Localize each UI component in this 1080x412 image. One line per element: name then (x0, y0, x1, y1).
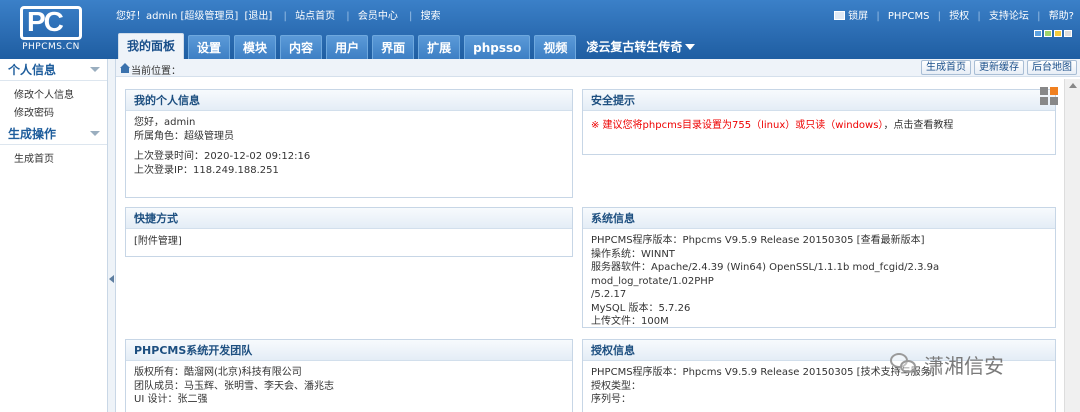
skin-gray-swatch[interactable] (1064, 30, 1072, 37)
skin-yellow-swatch[interactable] (1054, 30, 1062, 37)
security-panel: 安全提示 ※ 建议您将phpcms目录设置为755（linux）或只读（wind… (582, 89, 1056, 155)
program-version: PHPCMS程序版本：Phpcms V9.5.9 Release 2015030… (591, 235, 925, 246)
tab-video[interactable]: 视频 (534, 35, 577, 59)
left-sidebar: 个人信息 修改个人信息 修改密码 生成操作 生成首页 (0, 59, 108, 412)
tab-extend[interactable]: 扩展 (418, 35, 461, 59)
breadcrumb: 当前位置： 生成首页 更新缓存 后台地图 (116, 59, 1080, 77)
breadcrumb-label: 当前位置： (131, 66, 181, 77)
license-serial: 序列号： (591, 394, 631, 405)
site-selector[interactable]: 凌云复古转生传奇 (580, 35, 703, 59)
sidebar-section-title: 个人信息 (8, 63, 57, 77)
wechat-icon (890, 353, 918, 375)
sidebar-item-generate-home[interactable]: 生成首页 (0, 151, 107, 169)
tab-interface[interactable]: 界面 (372, 35, 415, 59)
top-nav: 您好！admin [超级管理员] [退出] | 站点首页 | 会员中心 | 搜索 (116, 11, 441, 22)
update-cache-button[interactable]: 更新缓存 (974, 60, 1024, 75)
generate-home-button[interactable]: 生成首页 (921, 60, 971, 75)
lock-screen-icon[interactable] (834, 11, 846, 20)
tab-settings[interactable]: 设置 (188, 35, 231, 59)
action-buttons: 生成首页 更新缓存 后台地图 (921, 60, 1077, 75)
watermark-text: 潇湘信安 (924, 353, 1004, 378)
search-link[interactable]: 搜索 (421, 11, 441, 22)
watermark: 潇湘信安 (890, 347, 1004, 381)
sidebar-item-edit-profile[interactable]: 修改个人信息 (0, 87, 107, 105)
tab-modules[interactable]: 模块 (234, 35, 277, 59)
panel-title: PHPCMS系统开发团队 (126, 340, 572, 361)
sidebar-section-generate[interactable]: 生成操作 (0, 123, 107, 145)
greeting-line: 您好，admin (134, 117, 196, 128)
panel-title: 快捷方式 (126, 208, 572, 229)
grid-tools-icon[interactable] (1040, 87, 1060, 107)
logo-site-text: PHPCMS.CN (22, 42, 80, 52)
team-members: 团队成员：马玉辉、张明雪、李天会、潘兆志 (134, 380, 334, 392)
sidebar-item-change-password[interactable]: 修改密码 (0, 105, 107, 123)
panel-title: 系统信息 (583, 208, 1055, 229)
vertical-scrollbar[interactable] (1064, 79, 1080, 412)
my-info-panel: 我的个人信息 您好，admin 所属角色：超级管理员 上次登录时间：2020-1… (125, 89, 573, 198)
top-header: PC PHPCMS.CN 您好！admin [超级管理员] [退出] | 站点首… (0, 0, 1080, 59)
caret-down-icon (685, 44, 696, 50)
scroll-up-icon[interactable] (1069, 83, 1077, 88)
skin-green-swatch[interactable] (1044, 30, 1052, 37)
panel-title: 安全提示 (583, 90, 1055, 111)
last-login-ip: 上次登录IP：118.249.188.251 (134, 164, 279, 176)
tab-my-panel[interactable]: 我的面板 (118, 33, 185, 59)
collapse-arrow-icon[interactable] (109, 275, 114, 283)
phpcms-logo[interactable]: PC PHPCMS.CN (6, 4, 96, 56)
logo-mark: PC (20, 6, 82, 40)
shortcuts-panel: 快捷方式 [附件管理] (125, 207, 573, 257)
main-tabs: 我的面板 设置 模块 内容 用户 界面 扩展 phpsso 视频 凌云复古转生传… (118, 33, 707, 59)
copyright-line: 版权所有：酷溜网(北京)科技有限公司 (134, 367, 302, 378)
help-link[interactable]: 帮助? (1049, 11, 1074, 22)
upload-limit: 上传文件：100M (591, 316, 669, 327)
os-info: 操作系统：WINNT (591, 248, 675, 260)
site-home-link[interactable]: 站点首页 (295, 11, 335, 22)
security-warning: ※ 建议您将phpcms目录设置为755（linux）或只读（windows） (591, 120, 884, 131)
top-right-links: 锁屏 | PHPCMS | 授权 | 支持论坛 | 帮助? (834, 7, 1074, 22)
chevron-down-icon[interactable] (90, 67, 100, 72)
attachment-manage-link[interactable]: [附件管理] (134, 236, 182, 247)
greeting-text: 您好！admin [超级管理员] (116, 11, 239, 22)
tab-users[interactable]: 用户 (326, 35, 369, 59)
logout-link[interactable]: [退出] (245, 11, 273, 22)
sidebar-collapse-handle[interactable] (108, 59, 116, 412)
dev-team-panel: PHPCMS系统开发团队 版权所有：酷溜网(北京)科技有限公司 团队成员：马玉辉… (125, 339, 573, 412)
forum-link[interactable]: 支持论坛 (989, 11, 1029, 22)
tutorial-link[interactable]: ，点击查看教程 (883, 120, 953, 131)
role-line: 所属角色：超级管理员 (134, 130, 234, 142)
license-link[interactable]: 授权 (949, 11, 969, 22)
sidebar-section-personal[interactable]: 个人信息 (0, 59, 107, 81)
tab-content[interactable]: 内容 (280, 35, 323, 59)
skin-blue-swatch[interactable] (1034, 30, 1042, 37)
server-software: 服务器软件：Apache/2.4.39 (Win64) OpenSSL/1.1.… (591, 262, 940, 287)
phpcms-link[interactable]: PHPCMS (888, 11, 930, 22)
sidebar-section-title: 生成操作 (8, 127, 57, 141)
ui-designer: UI 设计：张二强 (134, 394, 208, 405)
backend-map-button[interactable]: 后台地图 (1027, 60, 1077, 75)
tab-phpsso[interactable]: phpsso (464, 35, 531, 59)
lock-screen-link[interactable]: 锁屏 (848, 11, 868, 22)
last-login-time: 上次登录时间：2020-12-02 09:12:16 (134, 151, 311, 162)
mysql-version: MySQL 版本：5.7.26 (591, 302, 691, 314)
system-info-panel: 系统信息 PHPCMS程序版本：Phpcms V9.5.9 Release 20… (582, 207, 1056, 328)
skin-switcher (1034, 30, 1072, 37)
server-software-cont: /5.2.17 (591, 289, 627, 300)
license-type: 授权类型： (591, 380, 641, 392)
chevron-down-icon[interactable] (90, 131, 100, 136)
panel-title: 我的个人信息 (126, 90, 572, 111)
site-selector-label: 凌云复古转生传奇 (586, 40, 683, 54)
member-center-link[interactable]: 会员中心 (358, 11, 398, 22)
